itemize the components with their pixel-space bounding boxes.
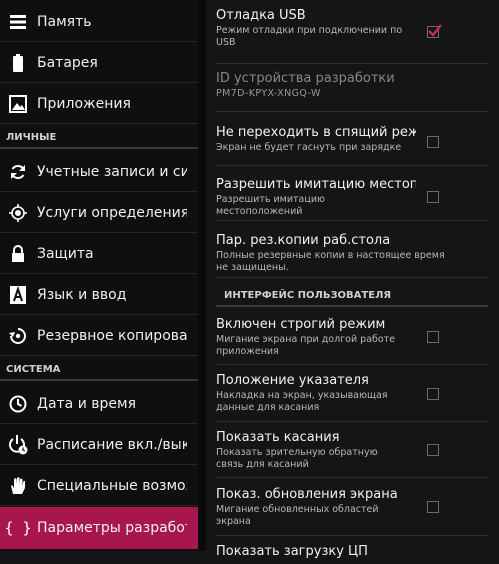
stay-awake-checkbox[interactable]	[427, 136, 439, 148]
setting-pointer-location[interactable]: Положение указателя Накладка на экран, у…	[216, 373, 488, 422]
pane-divider	[198, 0, 206, 551]
clock-icon	[8, 394, 28, 414]
setting-title: Не переходить в спящий режим	[216, 125, 416, 140]
setting-title: ID устройства разработки	[216, 71, 395, 86]
setting-mock-location[interactable]: Разрешить имитацию местоположений Разреш…	[216, 177, 488, 221]
show-touches-checkbox[interactable]	[427, 444, 439, 456]
section-header-personal: ЛИЧНЫЕ	[0, 127, 198, 149]
sidebar-item-accessibility[interactable]: Специальные возможн	[0, 466, 198, 506]
setting-title: Показать загрузку ЦП	[216, 544, 368, 559]
location-icon	[8, 203, 28, 223]
setting-summary: Разрешить имитацию местоположений	[216, 194, 326, 217]
pointer-location-checkbox[interactable]	[427, 388, 439, 400]
sidebar-item-storage[interactable]: Память	[0, 2, 198, 42]
setting-device-id: ID устройства разработки PM7D-KPYX-XNGQ-…	[216, 71, 488, 112]
sidebar-item-label: Дата и время	[37, 395, 136, 412]
setting-summary: Экран не будет гаснуть при зарядке	[216, 142, 402, 153]
sidebar-item-language[interactable]: Язык и ввод	[0, 275, 198, 315]
setting-strict-mode[interactable]: Включен строгий режим Мигание экрана при…	[216, 317, 488, 365]
section-header-ui: ИНТЕРФЕЙС ПОЛЬЗОВАТЕЛЯ	[224, 290, 392, 301]
setting-stay-awake[interactable]: Не переходить в спящий режим Экран не бу…	[216, 125, 488, 166]
setting-title: Разрешить имитацию местоположений	[216, 177, 416, 192]
backup-icon	[8, 326, 28, 346]
strict-mode-checkbox[interactable]	[427, 331, 439, 343]
settings-sidebar: Память Батарея Приложения ЛИЧНЫЕ Учетные…	[0, 0, 198, 551]
sync-icon	[8, 162, 28, 182]
apps-icon	[8, 94, 28, 114]
sidebar-item-label: Защита	[37, 245, 94, 262]
setting-summary: Полные резервные копии в настоящее время…	[216, 250, 445, 273]
show-screen-updates-checkbox[interactable]	[427, 501, 439, 513]
setting-title: Показать касания	[216, 430, 340, 445]
sidebar-item-label: Память	[37, 13, 92, 30]
sidebar-item-label: Параметры разработчи	[37, 520, 187, 536]
sidebar-item-power-schedule[interactable]: Расписание вкл./выкл.	[0, 425, 198, 465]
sidebar-item-security[interactable]: Защита	[0, 234, 198, 274]
setting-show-screen-updates[interactable]: Показ. обновления экрана Мигание обновле…	[216, 487, 488, 536]
sidebar-item-label: Расписание вкл./выкл.	[37, 436, 187, 453]
setting-summary: Показать зрительную обратную связь для к…	[216, 447, 378, 470]
sidebar-item-label: Учетные записи и синхр	[37, 163, 187, 180]
sidebar-item-date-time[interactable]: Дата и время	[0, 384, 198, 424]
checkmark-icon	[428, 24, 442, 37]
setting-backup-password[interactable]: Пар. рез.копии раб.стола Полные резервны…	[216, 233, 488, 278]
accessibility-hand-icon	[8, 476, 28, 496]
setting-title: Включен строгий режим	[216, 317, 386, 332]
lock-icon	[8, 244, 28, 264]
setting-show-touches[interactable]: Показать касания Показать зрительную обр…	[216, 430, 488, 478]
setting-summary: Мигание обновленных областей экрана	[216, 504, 379, 527]
usb-debugging-checkbox[interactable]	[427, 24, 442, 38]
setting-summary: Режим отладки при подключении по USB	[216, 25, 403, 48]
setting-title: Показ. обновления экрана	[216, 487, 398, 502]
sidebar-item-label: Специальные возможн	[37, 477, 187, 494]
setting-title: Положение указателя	[216, 373, 369, 388]
sidebar-item-label: Приложения	[37, 95, 131, 112]
setting-title: Отладка USB	[216, 8, 306, 23]
schedule-power-icon	[8, 434, 28, 455]
setting-summary: Накладка на экран, указывающая данные дл…	[216, 390, 388, 413]
sidebar-item-battery[interactable]: Батарея	[0, 43, 198, 83]
sidebar-item-label: Услуги определения ме	[37, 204, 187, 221]
setting-show-cpu-load[interactable]: Показать загрузку ЦП	[216, 544, 488, 564]
sidebar-item-backup[interactable]: Резервное копирование	[0, 316, 198, 356]
mock-location-checkbox[interactable]	[427, 191, 439, 203]
sidebar-item-apps[interactable]: Приложения	[0, 84, 198, 124]
setting-summary: PM7D-KPYX-XNGQ-W	[216, 88, 321, 99]
setting-title: Пар. рез.копии раб.стола	[216, 233, 391, 248]
setting-usb-debugging[interactable]: Отладка USB Режим отладки при подключени…	[216, 8, 488, 64]
developer-braces-icon: { }	[4, 519, 32, 537]
keyboard-icon	[8, 285, 28, 305]
section-header-system: СИСТЕМА	[0, 359, 198, 381]
storage-icon	[8, 12, 28, 32]
section-divider	[216, 305, 488, 307]
sidebar-item-location[interactable]: Услуги определения ме	[0, 193, 198, 233]
sidebar-item-label: Батарея	[37, 54, 98, 71]
setting-summary: Мигание экрана при долгой работе приложе…	[216, 334, 396, 357]
sidebar-item-developer-options[interactable]: { } Параметры разработчи	[0, 507, 198, 549]
developer-options-list: Отладка USB Режим отладки при подключени…	[206, 0, 499, 559]
battery-icon	[8, 53, 28, 73]
sidebar-item-accounts[interactable]: Учетные записи и синхр	[0, 152, 198, 192]
sidebar-item-label: Язык и ввод	[37, 286, 127, 303]
sidebar-item-label: Резервное копирование	[37, 327, 187, 344]
